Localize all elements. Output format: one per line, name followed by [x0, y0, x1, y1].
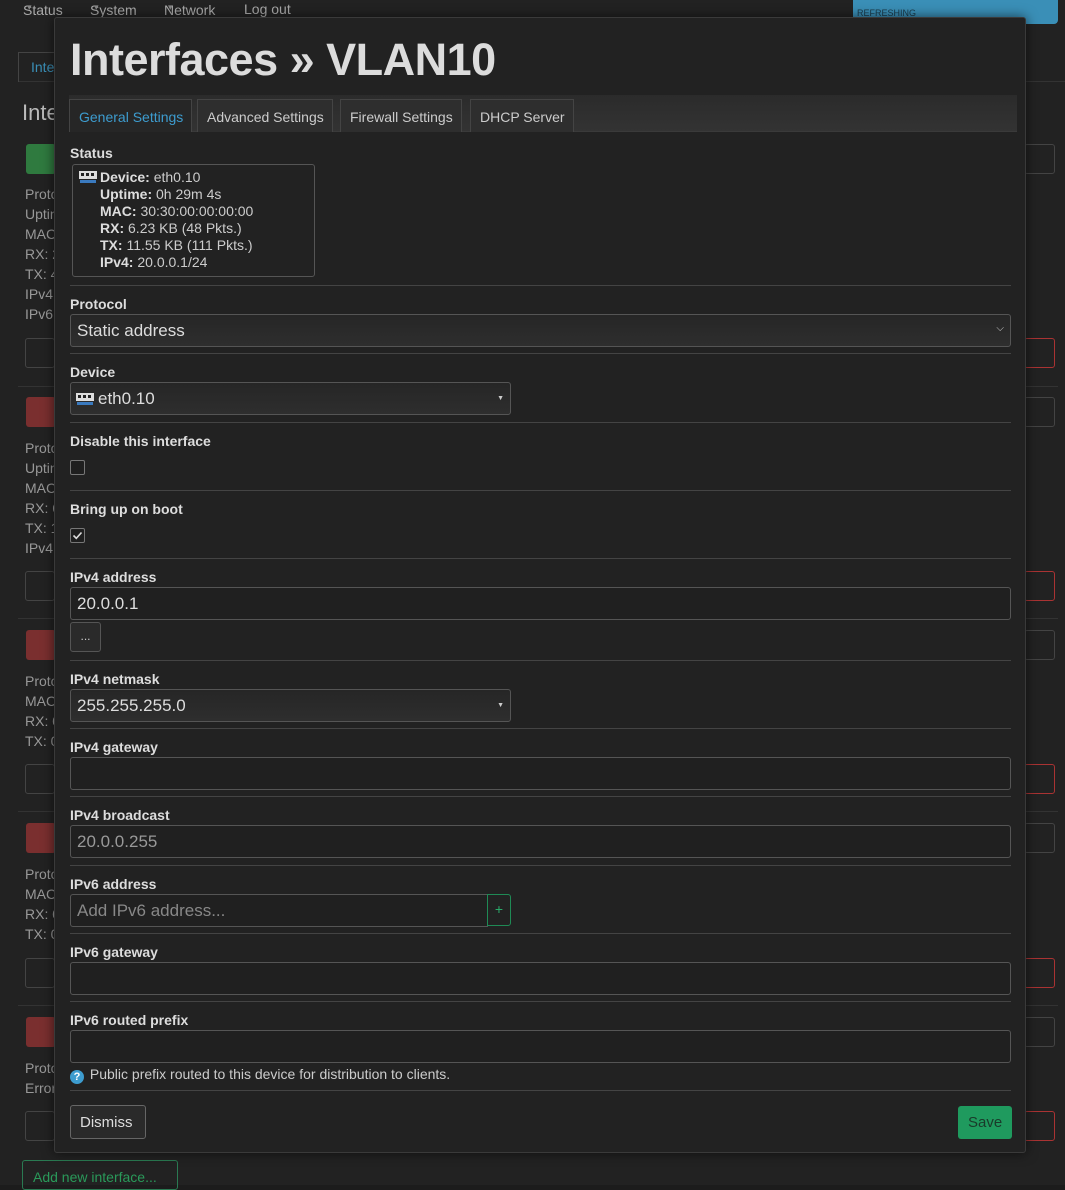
device-select[interactable]: eth0.10 ▼: [70, 382, 511, 415]
interface-edit-modal: Interfaces » VLAN10 General Settings Adv…: [54, 17, 1026, 1153]
disable-interface-label: Disable this interface: [70, 433, 211, 449]
bg-text: MAC: [25, 693, 57, 709]
section-divider: [70, 1090, 1011, 1091]
status-uptime: Uptime: 0h 29m 4s: [100, 186, 222, 202]
bg-button[interactable]: [25, 571, 55, 601]
ipv4-gateway-label: IPv4 gateway: [70, 739, 158, 755]
status-panel: Device: eth0.10 Uptime: 0h 29m 4s MAC: 3…: [72, 164, 315, 277]
bring-up-on-boot-label: Bring up on boot: [70, 501, 183, 517]
network-port-icon: [79, 171, 97, 183]
section-divider: [70, 1001, 1011, 1002]
checkmark-icon: [72, 531, 83, 540]
section-divider: [70, 660, 1011, 661]
dismiss-button[interactable]: Dismiss: [70, 1105, 146, 1139]
section-divider: [70, 796, 1011, 797]
status-ipv4: IPv4: 20.0.0.1/24: [100, 254, 208, 270]
tab-advanced-settings[interactable]: Advanced Settings: [197, 99, 333, 132]
ipv6-address-label: IPv6 address: [70, 876, 157, 892]
bg-button[interactable]: [25, 958, 55, 988]
section-divider: [70, 933, 1011, 934]
bg-iface-badge: [26, 823, 56, 853]
bg-text: MAC: [25, 226, 57, 242]
bg-iface-badge: [26, 630, 56, 660]
bg-iface-badge: [26, 144, 56, 174]
bg-delete-button[interactable]: [1024, 764, 1055, 794]
help-icon: ?: [70, 1070, 84, 1084]
bg-edit-button[interactable]: [1024, 1017, 1055, 1047]
disable-interface-checkbox[interactable]: [70, 460, 85, 475]
status-device: Device: eth0.10: [100, 169, 201, 185]
ipv4-netmask-select[interactable]: 255.255.255.0 ▼: [70, 689, 511, 722]
bg-edit-button[interactable]: [1024, 144, 1055, 174]
chevron-down-icon: ⌵: [996, 323, 1004, 334]
ipv4-broadcast-placeholder: 20.0.0.255: [77, 832, 158, 851]
bg-text: Error: [25, 1080, 57, 1096]
ipv6-routed-prefix-input[interactable]: [70, 1030, 1011, 1063]
tab-general-settings[interactable]: General Settings: [69, 99, 193, 132]
status-mac: MAC: 30:30:00:00:00:00: [100, 203, 254, 219]
section-divider: [70, 490, 1011, 491]
device-label: Device: [70, 364, 116, 380]
bg-delete-button[interactable]: [1024, 958, 1055, 988]
ipv6-address-input[interactable]: Add IPv6 address...: [70, 894, 488, 927]
protocol-label: Protocol: [70, 296, 127, 312]
dropdown-arrow-icon: ▼: [497, 702, 504, 709]
ipv4-broadcast-input[interactable]: 20.0.0.255: [70, 825, 1011, 858]
ipv6-gateway-input[interactable]: [70, 962, 1011, 995]
nav-logout[interactable]: Log out: [244, 1, 291, 17]
modal-title: Interfaces » VLAN10: [70, 34, 496, 85]
bg-delete-button[interactable]: [1024, 338, 1055, 368]
ipv4-netmask-value: 255.255.255.0: [77, 696, 186, 715]
dropdown-arrow-icon: ▼: [497, 395, 504, 402]
bg-delete-button[interactable]: [1024, 571, 1055, 601]
bg-text: Uptin: [25, 206, 58, 222]
ipv4-gateway-input[interactable]: [70, 757, 1011, 790]
section-divider: [70, 728, 1011, 729]
ipv6-prefix-help: ? Public prefix routed to this device fo…: [70, 1066, 450, 1084]
bg-edit-button[interactable]: [1024, 823, 1055, 853]
ipv4-netmask-label: IPv4 netmask: [70, 671, 160, 687]
bg-text: IPv6: [25, 306, 54, 322]
section-divider: [70, 422, 1011, 423]
section-divider: [70, 285, 1011, 286]
status-label: Status: [70, 145, 113, 161]
modal-tabbar: General Settings Advanced Settings Firew…: [69, 95, 1017, 132]
add-new-interface-button[interactable]: Add new interface...: [22, 1160, 178, 1190]
bg-edit-button[interactable]: [1024, 397, 1055, 427]
help-text: Public prefix routed to this device for …: [89, 1066, 451, 1082]
bg-iface-badge: [26, 397, 56, 427]
network-port-icon: [76, 393, 94, 405]
bg-text: MAC: [25, 886, 57, 902]
tab-dhcp-server[interactable]: DHCP Server: [470, 99, 574, 132]
protocol-value: Static address: [77, 321, 185, 340]
ipv4-address-value: 20.0.0.1: [77, 594, 139, 613]
bg-text: MAC: [25, 480, 57, 496]
bg-text: IPv4: [25, 286, 54, 302]
section-divider: [70, 558, 1011, 559]
status-rx: RX: 6.23 KB (48 Pkts.): [100, 220, 242, 236]
section-divider: [70, 865, 1011, 866]
ipv4-address-label: IPv4 address: [70, 569, 157, 585]
protocol-select[interactable]: Static address ⌵: [70, 314, 1011, 347]
save-button[interactable]: Save: [958, 1106, 1012, 1139]
bring-up-on-boot-checkbox[interactable]: [70, 528, 85, 543]
status-tx: TX: 11.55 KB (111 Pkts.): [100, 237, 253, 253]
bg-text: Uptin: [25, 460, 58, 476]
ipv4-address-more-button[interactable]: ...: [70, 622, 101, 652]
bg-delete-button[interactable]: [1024, 1111, 1055, 1141]
ipv6-routed-prefix-label: IPv6 routed prefix: [70, 1012, 189, 1028]
add-ipv6-address-button[interactable]: +: [487, 894, 511, 926]
ipv6-address-placeholder: Add IPv6 address...: [77, 901, 226, 920]
bg-text: IPv4: [25, 540, 54, 556]
ipv4-address-input[interactable]: 20.0.0.1: [70, 587, 1011, 620]
ipv6-gateway-label: IPv6 gateway: [70, 944, 158, 960]
bg-iface-badge: [26, 1017, 56, 1047]
ipv4-broadcast-label: IPv4 broadcast: [70, 807, 170, 823]
bg-button[interactable]: [25, 764, 55, 794]
bg-edit-button[interactable]: [1024, 630, 1055, 660]
bg-button[interactable]: [25, 338, 55, 368]
section-divider: [70, 353, 1011, 354]
bg-button[interactable]: [25, 1111, 55, 1141]
tab-firewall-settings[interactable]: Firewall Settings: [340, 99, 462, 132]
